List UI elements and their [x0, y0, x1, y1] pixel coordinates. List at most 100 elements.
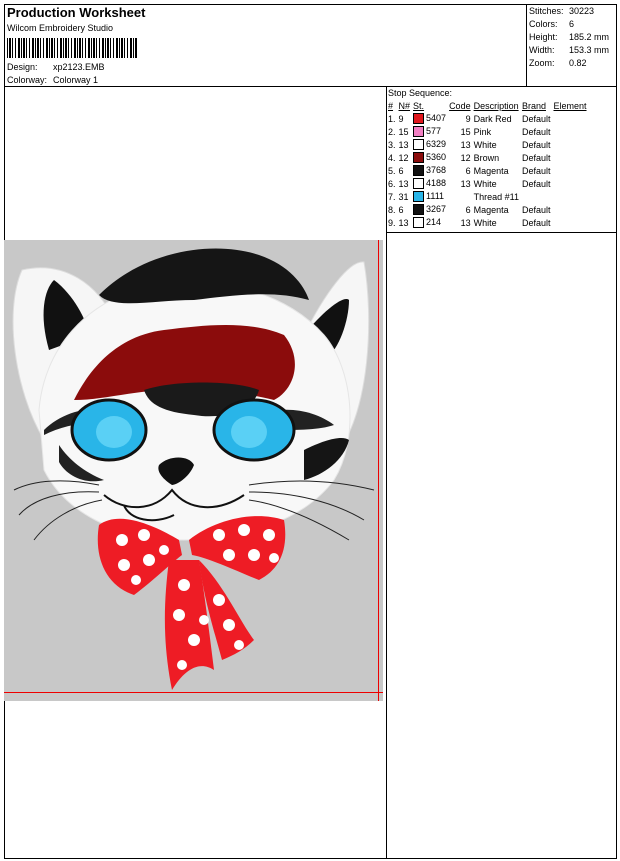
column-header: St. — [413, 101, 425, 111]
cell-stitches: 5360 — [413, 151, 449, 164]
column-header: N# — [398, 101, 411, 111]
color-swatch — [413, 165, 425, 177]
software-name: Wilcom Embroidery Studio — [7, 23, 114, 33]
cell-brand: Default — [521, 126, 551, 137]
cell-brand — [522, 190, 554, 203]
table-body: 1. 9 5407 9 Dark Red Default 2. 15 577 15 Pink Defa… — [388, 112, 590, 229]
color-swatch — [413, 139, 425, 151]
cell-code: 9 — [465, 113, 471, 124]
color-swatch — [413, 204, 425, 216]
cell-code: 12 — [460, 152, 471, 163]
stats-list: Stitches: 30223 Colors: 6 Height: 185.2 mm Wid… — [529, 5, 609, 70]
divider-vertical — [386, 86, 387, 859]
cell-idx: 6. — [388, 178, 396, 189]
stat-row: Colors: 6 — [529, 18, 609, 31]
cell-n: 15 — [398, 126, 409, 137]
table-row: 6. 13 4188 13 White Default — [388, 177, 590, 190]
cell-code — [449, 190, 474, 203]
design-preview — [4, 240, 383, 701]
cell-code: 6 — [465, 204, 471, 215]
cell-idx: 7. — [388, 191, 396, 202]
stat-value: 6 — [569, 19, 575, 29]
stat-label: Zoom: — [529, 58, 555, 68]
cell-brand: Default — [521, 152, 551, 163]
stat-label: Colors: — [529, 19, 558, 29]
design-row: Design: xp2123.EMB — [7, 62, 105, 72]
cell-stitches: 214 — [413, 216, 449, 229]
cell-desc: Pink — [473, 126, 492, 137]
cell-brand: Default — [521, 204, 551, 215]
stitch-count: 3267 — [426, 203, 447, 214]
cell-brand: Default — [521, 165, 551, 176]
stat-value: 185.2 mm — [569, 32, 610, 42]
cell-n: 13 — [398, 178, 409, 189]
guide-line-horizontal — [4, 692, 383, 693]
cell-code: 15 — [460, 126, 471, 137]
color-swatch — [413, 191, 425, 203]
cell-element — [553, 203, 589, 216]
table-row: 8. 6 3267 6 Magenta Default — [388, 203, 590, 216]
stitch-count: 5407 — [426, 112, 447, 123]
table-row: 3. 13 6329 13 White Default — [388, 138, 590, 151]
cell-element — [553, 151, 589, 164]
cell-brand: Default — [521, 178, 551, 189]
cell-code: 13 — [460, 217, 471, 228]
cell-desc: Magenta — [473, 165, 509, 176]
color-swatch — [413, 178, 425, 190]
cell-desc: Dark Red — [473, 113, 512, 124]
design-value: xp2123.EMB — [53, 62, 105, 72]
stitch-count: 214 — [426, 216, 442, 227]
cat-embroidery-image — [4, 240, 383, 701]
stitch-count: 6329 — [426, 138, 447, 149]
cell-code: 13 — [460, 178, 471, 189]
table-row: 1. 9 5407 9 Dark Red Default — [388, 112, 590, 125]
cell-brand: Default — [521, 113, 551, 124]
cell-idx: 2. — [388, 126, 396, 137]
cell-brand: Default — [521, 217, 551, 228]
barcode-image — [7, 38, 137, 58]
cell-code: 6 — [465, 165, 471, 176]
stitch-count: 4188 — [426, 177, 447, 188]
stat-label: Width: — [529, 45, 555, 55]
guide-line-vertical — [378, 240, 379, 701]
cell-desc: Brown — [473, 152, 500, 163]
cell-idx: 9. — [388, 217, 396, 228]
cell-n: 12 — [398, 152, 409, 163]
cell-stitches: 6329 — [413, 138, 449, 151]
cell-n: 31 — [398, 191, 409, 202]
divider-horizontal — [386, 232, 617, 233]
cell-idx: 3. — [388, 139, 396, 150]
color-swatch — [413, 126, 425, 138]
stat-row: Stitches: 30223 — [529, 5, 609, 18]
color-swatch — [413, 113, 425, 125]
stat-value: 153.3 mm — [569, 45, 610, 55]
cell-stitches: 4188 — [413, 177, 449, 190]
stat-row: Height: 185.2 mm — [529, 31, 609, 44]
cell-desc: Thread #11 — [473, 191, 519, 202]
stop-sequence-panel: Stop Sequence: # N# St. Code Description Bran… — [388, 88, 616, 229]
colorway-row: Colorway: Colorway 1 — [7, 75, 98, 85]
table-row: 7. 31 1111 Thread #11 — [388, 190, 590, 203]
stat-value: 30223 — [569, 6, 595, 16]
cell-desc: White — [473, 178, 497, 189]
column-header: Element — [553, 101, 587, 111]
cell-stitches: 3768 — [413, 164, 449, 177]
cell-element — [553, 112, 589, 125]
colorway-label: Colorway: — [7, 75, 48, 85]
color-swatch — [413, 152, 425, 164]
cell-n: 13 — [398, 217, 409, 228]
cell-element — [553, 177, 589, 190]
cell-n: 13 — [398, 139, 409, 150]
cell-stitches: 5407 — [413, 112, 449, 125]
cell-n: 9 — [398, 113, 404, 124]
cell-n: 6 — [398, 204, 404, 215]
cell-element — [553, 125, 589, 138]
column-header: # — [388, 101, 394, 111]
table-header-row: # N# St. Code Description Brand Element — [388, 100, 590, 112]
cell-idx: 4. — [388, 152, 396, 163]
stitch-count: 1111 — [426, 190, 445, 201]
stat-label: Height: — [529, 32, 558, 42]
cell-element — [553, 138, 589, 151]
stat-label: Stitches: — [529, 6, 564, 16]
colorway-value: Colorway 1 — [53, 75, 99, 85]
